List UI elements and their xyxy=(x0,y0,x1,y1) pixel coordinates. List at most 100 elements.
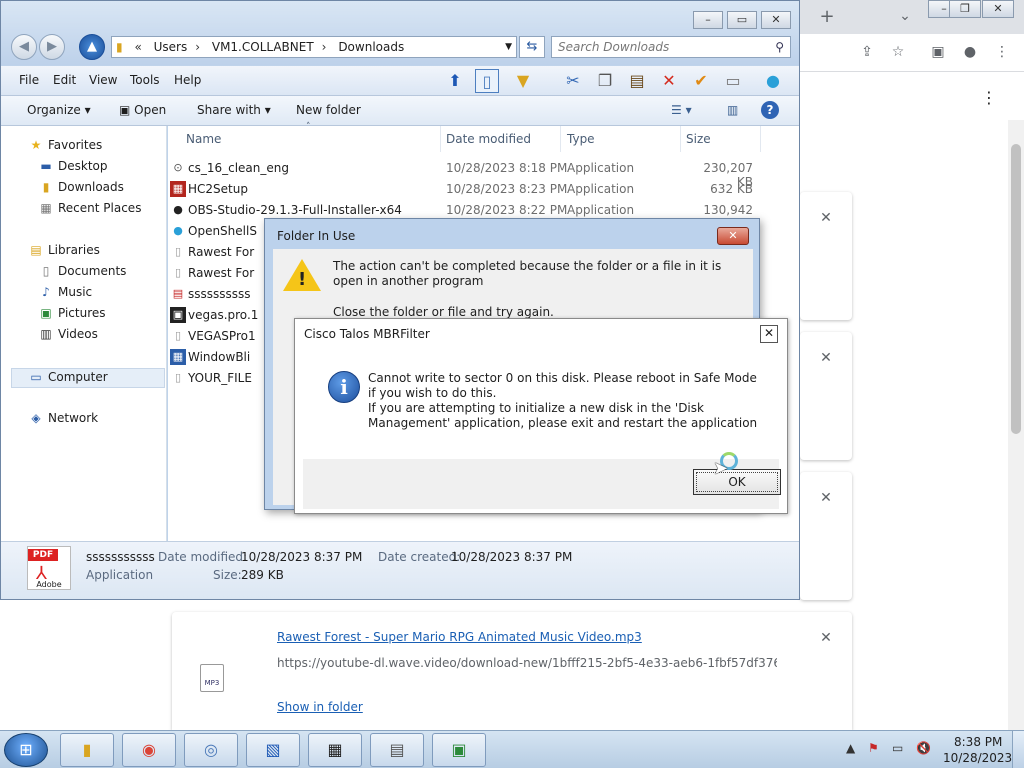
start-button[interactable]: ⊞ xyxy=(4,733,48,767)
menu-help[interactable]: Help xyxy=(174,73,201,87)
paste-icon[interactable]: ▤ xyxy=(625,69,649,93)
menu-tools[interactable]: Tools xyxy=(130,73,160,87)
chrome-restore-button[interactable]: ❐ xyxy=(949,0,981,18)
view-options-icon[interactable]: ☰ ▾ xyxy=(671,103,692,117)
taskbar-video-editor-button[interactable]: ▦ xyxy=(308,733,362,767)
explorer-close-button[interactable]: ✕ xyxy=(761,11,791,29)
info-icon: i xyxy=(328,371,360,403)
copy-icon[interactable]: ❐ xyxy=(593,69,617,93)
refresh-icon[interactable]: ⇆ xyxy=(519,36,545,58)
mbrfilter-message-line1: Cannot write to sector 0 on this disk. P… xyxy=(368,371,757,400)
taskbar-chrome-button[interactable]: ◉ xyxy=(122,733,176,767)
back-button[interactable]: ◀ xyxy=(11,34,37,60)
taskbar-media-button[interactable]: ◎ xyxy=(184,733,238,767)
breadcrumb-separator-icon[interactable]: › xyxy=(314,40,335,54)
taskbar-explorer-button[interactable]: ▮ xyxy=(60,733,114,767)
column-type[interactable]: Type xyxy=(567,132,595,146)
forward-button[interactable]: ▶ xyxy=(39,34,65,60)
folder-dialog-close-button[interactable]: ✕ xyxy=(717,227,749,245)
mbrfilter-close-button[interactable]: ✕ xyxy=(760,325,778,343)
column-divider[interactable] xyxy=(440,126,441,152)
properties-icon[interactable]: ▭ xyxy=(721,69,745,93)
nav-pictures[interactable]: ▣ Pictures xyxy=(37,306,105,320)
chrome-menu-icon[interactable]: ⋮ xyxy=(989,40,1015,64)
address-dropdown-icon[interactable]: ▼ xyxy=(505,37,512,57)
share-icon[interactable]: ⇪ xyxy=(854,40,880,64)
address-overflow[interactable]: « xyxy=(126,40,149,54)
address-bar[interactable]: ▮ « Users › VM1.COLLABNET › Downloads ▼ xyxy=(111,36,517,58)
column-divider[interactable] xyxy=(560,126,561,152)
menu-file[interactable]: File xyxy=(19,73,39,87)
column-date-modified[interactable]: Date modified xyxy=(446,132,531,146)
preview-toggle-icon[interactable]: ▥ xyxy=(727,103,738,117)
pdf-icon: ▤ xyxy=(172,287,184,300)
column-divider[interactable] xyxy=(680,126,681,152)
show-in-folder-link[interactable]: Show in folder xyxy=(277,700,363,714)
nav-libraries[interactable]: ▤ Libraries xyxy=(27,243,100,257)
delete-icon[interactable]: ✕ xyxy=(657,69,681,93)
up-arrow-icon[interactable]: ⬆ xyxy=(443,69,467,93)
search-input[interactable]: Search Downloads ⚲ xyxy=(551,36,791,58)
search-icon[interactable]: ⚲ xyxy=(775,37,784,57)
breadcrumb-downloads[interactable]: Downloads xyxy=(338,40,404,54)
profile-avatar-icon[interactable]: ● xyxy=(957,40,983,64)
file-row[interactable]: ⊙ cs_16_clean_eng 10/28/2023 8:18 PM App… xyxy=(168,158,799,189)
side-panel-icon[interactable]: ▣ xyxy=(925,40,951,64)
nav-network[interactable]: ◈ Network xyxy=(27,411,98,425)
taskbar-dialog-app-button[interactable]: ▣ xyxy=(432,733,486,767)
preview-pane-icon[interactable]: ▯ xyxy=(475,69,499,93)
action-center-icon[interactable]: ⚑ xyxy=(868,741,879,755)
tab-search-button[interactable]: ⌄ xyxy=(892,4,918,28)
breadcrumb-separator-icon[interactable]: › xyxy=(187,40,208,54)
checkmark-icon[interactable]: ✔ xyxy=(689,69,713,93)
shell-icon[interactable]: ● xyxy=(761,69,785,93)
breadcrumb-users[interactable]: Users xyxy=(154,40,188,54)
new-folder-button[interactable]: New folder xyxy=(296,103,361,117)
clock-date[interactable]: 10/28/2023 xyxy=(943,751,1012,765)
nav-favorites[interactable]: ★ Favorites xyxy=(27,138,103,152)
cut-icon[interactable]: ✂ xyxy=(561,69,585,93)
file-row[interactable]: ▦ HC2Setup 10/28/2023 8:23 PM Applicatio… xyxy=(168,179,799,200)
help-icon[interactable]: ? xyxy=(761,101,779,119)
column-name[interactable]: Name xyxy=(186,132,221,146)
open-button[interactable]: ▣ Open xyxy=(119,103,166,117)
nav-recent-places[interactable]: ▦ Recent Places xyxy=(37,201,141,215)
clock-time[interactable]: 8:38 PM xyxy=(954,735,1002,749)
remove-download-icon[interactable]: ✕ xyxy=(816,490,836,506)
column-size[interactable]: Size xyxy=(686,132,711,146)
nav-computer[interactable]: ▭ Computer xyxy=(27,370,107,384)
up-button[interactable]: ▲ xyxy=(79,34,105,60)
menu-edit[interactable]: Edit xyxy=(53,73,76,87)
downloads-more-icon[interactable]: ⋮ xyxy=(976,86,1002,110)
explorer-minimize-button[interactable]: – xyxy=(693,11,723,29)
download-title-link[interactable]: Rawest Forest - Super Mario RPG Animated… xyxy=(277,630,642,644)
nav-desktop[interactable]: ▬ Desktop xyxy=(37,159,107,173)
explorer-maximize-button[interactable]: ▭ xyxy=(727,11,757,29)
chrome-close-button[interactable]: ✕ xyxy=(982,0,1014,18)
share-with-button[interactable]: Share with ▾ xyxy=(197,103,271,117)
nav-videos[interactable]: ▥ Videos xyxy=(37,327,98,341)
mbrfilter-message: Cannot write to sector 0 on this disk. P… xyxy=(368,371,768,431)
folder-options-icon[interactable]: ▼ xyxy=(511,69,535,93)
breadcrumb-user[interactable]: VM1.COLLABNET xyxy=(212,40,314,54)
taskbar-document-button[interactable]: ▤ xyxy=(370,733,424,767)
nav-documents[interactable]: ▯ Documents xyxy=(37,264,127,278)
remove-download-icon[interactable]: ✕ xyxy=(816,210,836,226)
new-tab-button[interactable]: + xyxy=(814,5,840,29)
remove-download-icon[interactable]: ✕ xyxy=(816,630,836,646)
remove-download-icon[interactable]: ✕ xyxy=(816,350,836,366)
menu-view[interactable]: View xyxy=(89,73,117,87)
network-tray-icon[interactable]: ▭ xyxy=(892,741,903,755)
organize-button[interactable]: Organize ▾ xyxy=(27,103,91,117)
nav-music[interactable]: ♪ Music xyxy=(37,285,92,299)
ok-button[interactable]: OK xyxy=(693,469,781,495)
nav-downloads[interactable]: ▮ Downloads xyxy=(37,180,124,194)
chrome-scrollbar[interactable] xyxy=(1008,120,1024,730)
chrome-scrollbar-thumb[interactable] xyxy=(1011,144,1021,434)
volume-muted-icon[interactable]: 🔇 xyxy=(916,741,931,755)
bookmark-star-icon[interactable]: ☆ xyxy=(885,40,911,64)
column-divider[interactable] xyxy=(760,126,761,152)
show-desktop-button[interactable] xyxy=(1012,731,1024,768)
taskbar-paint-button[interactable]: ▧ xyxy=(246,733,300,767)
tray-overflow-icon[interactable]: ▲ xyxy=(846,741,855,755)
